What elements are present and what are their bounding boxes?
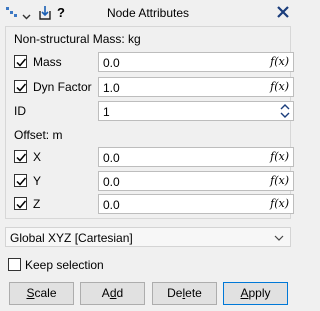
id-value: 1 <box>103 105 110 119</box>
offset-x-checkbox[interactable] <box>14 150 27 163</box>
mass-value: 0.0 <box>103 56 120 70</box>
offset-x-row: X 0.0 f(x) <box>14 147 294 167</box>
dyn-factor-value: 1.0 <box>103 81 120 95</box>
add-button[interactable]: Add <box>80 282 145 305</box>
dyn-factor-label: Dyn Factor <box>33 80 92 94</box>
checkmark-icon <box>16 200 27 209</box>
coordinate-system-select[interactable]: Global XYZ [Cartesian] <box>5 227 291 247</box>
mass-row: Mass 0.0 f(x) <box>14 52 294 72</box>
offset-y-field[interactable]: 0.0 f(x) <box>98 171 294 191</box>
offset-y-row: Y 0.0 f(x) <box>14 171 294 191</box>
mass-label: Mass <box>33 55 62 69</box>
keep-selection-row[interactable]: Keep selection <box>8 256 128 274</box>
coordinate-system-value: Global XYZ [Cartesian] <box>10 231 133 245</box>
dyn-factor-row: Dyn Factor 1.0 f(x) <box>14 77 294 97</box>
id-field[interactable]: 1 <box>98 101 294 121</box>
dyn-factor-fx-button[interactable]: f(x) <box>270 80 289 93</box>
checkmark-icon <box>16 177 27 186</box>
id-row: ID 1 <box>14 101 294 121</box>
offset-z-row: Z 0.0 f(x) <box>14 194 294 214</box>
offset-x-fx-button[interactable]: f(x) <box>270 150 289 163</box>
attributes-panel: Non-structural Mass: kg Mass 0.0 f(x) Dy… <box>5 26 294 219</box>
offset-z-fx-button[interactable]: f(x) <box>270 197 289 210</box>
close-icon[interactable] <box>276 2 290 23</box>
offset-y-label: Y <box>33 174 42 188</box>
id-label: ID <box>14 104 26 118</box>
offset-x-field[interactable]: 0.0 f(x) <box>98 147 294 167</box>
checkmark-icon <box>16 153 27 162</box>
apply-button[interactable]: Apply <box>223 282 288 305</box>
window-title: Node Attributes <box>106 6 190 20</box>
offset-x-label: X <box>33 150 42 164</box>
nonstructural-mass-heading: Non-structural Mass: kg <box>14 32 141 46</box>
keep-selection-label: Keep selection <box>25 258 104 272</box>
offset-z-value: 0.0 <box>103 198 120 212</box>
offset-x-value: 0.0 <box>103 151 120 165</box>
offset-y-value: 0.0 <box>103 175 120 189</box>
dyn-factor-field[interactable]: 1.0 f(x) <box>98 77 294 97</box>
offset-y-fx-button[interactable]: f(x) <box>270 174 289 187</box>
checkmark-icon <box>16 83 27 92</box>
checkmark-icon <box>16 58 27 67</box>
mass-checkbox[interactable] <box>14 55 27 68</box>
offset-z-label: Z <box>33 197 41 211</box>
offset-z-field[interactable]: 0.0 f(x) <box>98 194 294 214</box>
title-bar: ? Node Attributes <box>0 0 296 26</box>
offset-y-checkbox[interactable] <box>14 174 27 187</box>
dyn-factor-checkbox[interactable] <box>14 80 27 93</box>
keep-selection-checkbox[interactable] <box>8 258 21 271</box>
scale-button[interactable]: Scale <box>9 282 74 305</box>
delete-button[interactable]: Delete <box>152 282 217 305</box>
chevron-down-icon <box>274 232 284 246</box>
spinner-icon[interactable] <box>280 102 290 120</box>
mass-fx-button[interactable]: f(x) <box>270 55 289 68</box>
mass-field[interactable]: 0.0 f(x) <box>98 52 294 72</box>
offset-heading: Offset: m <box>14 128 63 142</box>
offset-z-checkbox[interactable] <box>14 197 27 210</box>
